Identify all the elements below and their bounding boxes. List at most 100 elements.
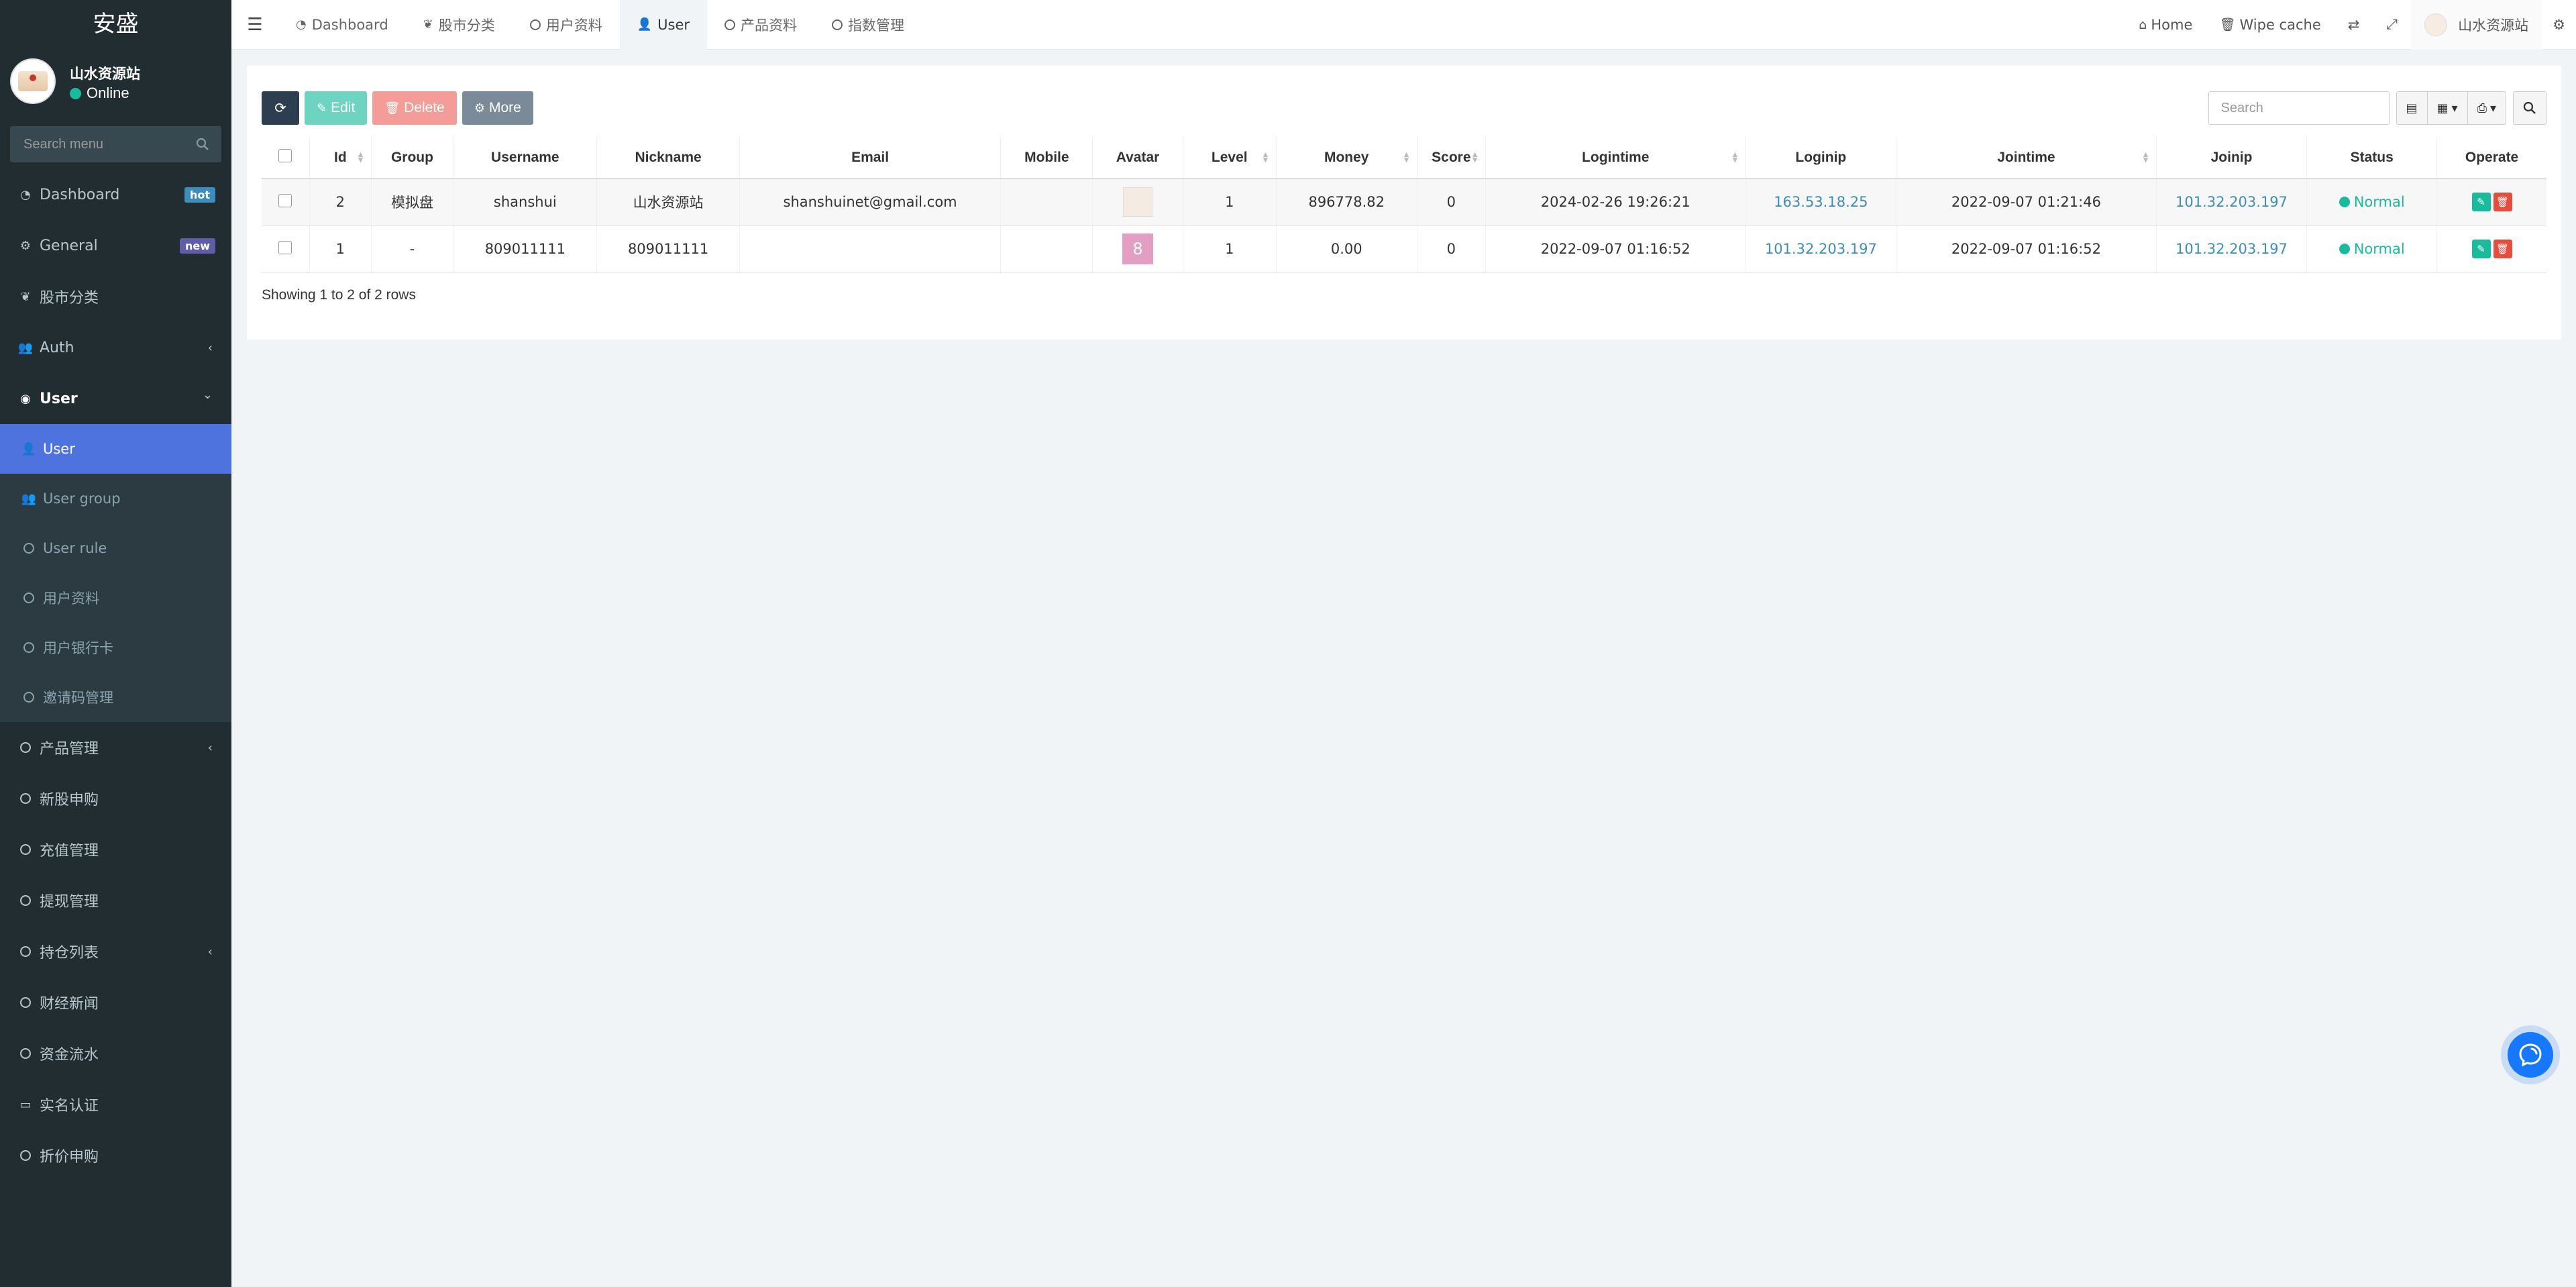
column-header-jointime[interactable]: Jointime ▴ ▾ — [1896, 137, 2157, 179]
row-checkbox[interactable] — [278, 193, 292, 207]
sidebar-item-recharge[interactable]: 充值管理 — [0, 824, 231, 875]
sort-icon: ▴ ▾ — [1472, 149, 1477, 164]
avatar-letter[interactable]: 8 — [1122, 234, 1154, 264]
cell-mobile — [1000, 178, 1093, 226]
column-label: Logintime — [1582, 149, 1650, 165]
tab-stock-category[interactable]: ❦ 股市分类 — [406, 0, 513, 50]
chevron-down-icon: ⌄ — [202, 388, 213, 402]
cell-group: 模拟盘 — [371, 178, 454, 226]
sidebar-item-user-profile[interactable]: 用户资料 — [0, 573, 231, 623]
avatar-image[interactable] — [1123, 187, 1153, 217]
sidebar-item-product[interactable]: 产品管理 ‹ — [0, 722, 231, 773]
online-dot-icon — [70, 87, 81, 99]
column-header-money[interactable]: Money ▴ ▾ — [1276, 137, 1417, 179]
chevron-left-icon: ‹ — [207, 741, 213, 755]
circle-icon — [724, 19, 736, 30]
brand-logo[interactable]: 安盛 — [0, 0, 231, 48]
row-delete-button[interactable]: 🗑 — [2493, 240, 2512, 258]
home-link[interactable]: ⌂ Home — [2125, 0, 2206, 50]
edit-button[interactable]: ✎ Edit — [305, 91, 368, 125]
select-all-header[interactable] — [262, 137, 310, 179]
status-dot-icon — [2339, 243, 2350, 254]
fullscreen-icon: ⤢ — [2386, 16, 2398, 32]
cell-username: shanshui — [453, 178, 598, 226]
tab-label: 用户资料 — [545, 17, 602, 34]
sidebar-item-realname[interactable]: ▭ 实名认证 — [0, 1079, 231, 1130]
cogs-icon: ⚙ — [2553, 16, 2565, 33]
sidebar-item-user-list[interactable]: 👤 User — [0, 424, 231, 474]
delete-button[interactable]: 🗑 Delete — [372, 91, 457, 125]
sidebar-item-ipo[interactable]: 新股申购 — [0, 773, 231, 824]
sidebar-item-fund-flow[interactable]: 资金流水 — [0, 1028, 231, 1079]
select-all-checkbox[interactable] — [278, 148, 292, 162]
search-menu-input[interactable] — [10, 126, 221, 162]
column-header-nickname: Nickname — [596, 137, 740, 179]
toggle-view-button[interactable]: ▤ — [2396, 91, 2428, 125]
tab-label: Dashboard — [311, 16, 388, 33]
settings-button[interactable]: ⚙ — [2542, 0, 2576, 50]
language-button[interactable]: ⇄ — [2334, 0, 2373, 50]
row-edit-button[interactable]: ✎ — [2471, 240, 2491, 258]
export-icon: ⎙ ▾ — [2477, 101, 2496, 115]
column-label: Jointime — [1997, 149, 2055, 165]
sidebar-item-user-group[interactable]: 👥 User group — [0, 474, 231, 523]
search-icon[interactable] — [196, 138, 209, 151]
circle-icon — [18, 997, 33, 1008]
refresh-button[interactable]: ⟳ — [262, 91, 299, 125]
row-select-cell — [262, 225, 310, 273]
sidebar-item-news[interactable]: 财经新闻 — [0, 977, 231, 1028]
loginip-link[interactable]: 101.32.203.197 — [1765, 241, 1877, 257]
menu-toggle-icon[interactable]: ☰ — [231, 0, 278, 50]
joinip-link[interactable]: 101.32.203.197 — [2176, 241, 2288, 257]
advanced-search-button[interactable] — [2513, 91, 2546, 125]
column-header-score[interactable]: Score ▴ ▾ — [1417, 137, 1486, 179]
sidebar-item-positions[interactable]: 持仓列表 ‹ — [0, 926, 231, 977]
column-header-logintime[interactable]: Logintime ▴ ▾ — [1485, 137, 1746, 179]
tab-user[interactable]: 👤 User — [619, 0, 708, 50]
tab-index-management[interactable]: 指数管理 — [814, 0, 922, 50]
circle-icon — [21, 642, 36, 653]
loginip-link[interactable]: 163.53.18.25 — [1774, 194, 1868, 210]
joinip-link[interactable]: 101.32.203.197 — [2176, 194, 2288, 210]
credit-card-icon: ▭ — [19, 1097, 32, 1112]
sidebar-item-dashboard[interactable]: ◔ Dashboard hot — [0, 169, 231, 220]
tab-dashboard[interactable]: ◔ Dashboard — [278, 0, 406, 50]
list-icon: ▤ — [2406, 101, 2418, 115]
export-button[interactable]: ⎙ ▾ — [2467, 91, 2506, 125]
table-row[interactable]: 1 - 809011111 809011111 8 1 0.00 0 2022-… — [262, 225, 2546, 273]
tab-user-profile[interactable]: 用户资料 — [513, 0, 620, 50]
toolbar: ⟳ ✎ Edit 🗑 Delete ⚙ More — [262, 91, 533, 125]
sidebar-item-user[interactable]: ◉ User ⌄ — [0, 373, 231, 424]
sidebar: 安盛 山水资源站 Online ◔ Dashboard hot ⚙ Genera… — [0, 0, 231, 1287]
sidebar-item-stock-category[interactable]: ❦ 股市分类 — [0, 271, 231, 322]
search-input[interactable] — [2208, 91, 2390, 125]
chat-float-button[interactable] — [2501, 1025, 2560, 1084]
sidebar-item-withdraw[interactable]: 提现管理 — [0, 875, 231, 926]
sidebar-item-user-rule[interactable]: User rule — [0, 523, 231, 573]
sidebar-item-discount-ipo[interactable]: 折价申购 — [0, 1130, 231, 1181]
circle-icon — [18, 844, 33, 855]
row-checkbox[interactable] — [278, 240, 292, 254]
user-status: Online — [70, 85, 129, 102]
column-label: Username — [491, 149, 559, 165]
wipe-cache-button[interactable]: 🗑 Wipe cache — [2206, 0, 2334, 50]
column-header-id[interactable]: Id ▴ ▾ — [309, 137, 372, 179]
table-row[interactable]: 2 模拟盘 shanshui 山水资源站 shanshuinet@gmail.c… — [262, 178, 2546, 226]
pencil-icon: ✎ — [2477, 243, 2485, 255]
columns-button[interactable]: ▦ ▾ — [2426, 91, 2468, 125]
sidebar-item-general[interactable]: ⚙ General new — [0, 220, 231, 271]
row-delete-button[interactable]: 🗑 — [2493, 193, 2512, 212]
cell-nickname: 山水资源站 — [596, 178, 740, 226]
user-menu[interactable]: 山水资源站 — [2411, 0, 2542, 50]
row-edit-button[interactable]: ✎ — [2471, 193, 2491, 212]
circle-icon — [18, 742, 33, 753]
sidebar-item-auth[interactable]: 👥 Auth ‹ — [0, 322, 231, 373]
sidebar-item-invite-code[interactable]: 邀请码管理 — [0, 672, 231, 722]
tab-product-profile[interactable]: 产品资料 — [707, 0, 814, 50]
sidebar-item-label: 折价申购 — [40, 1149, 99, 1166]
fullscreen-button[interactable]: ⤢ — [2373, 0, 2411, 50]
more-button[interactable]: ⚙ More — [462, 91, 533, 125]
column-header-level[interactable]: Level ▴ ▾ — [1183, 137, 1277, 179]
column-label: Group — [390, 149, 433, 165]
sidebar-item-user-bankcard[interactable]: 用户银行卡 — [0, 623, 231, 672]
